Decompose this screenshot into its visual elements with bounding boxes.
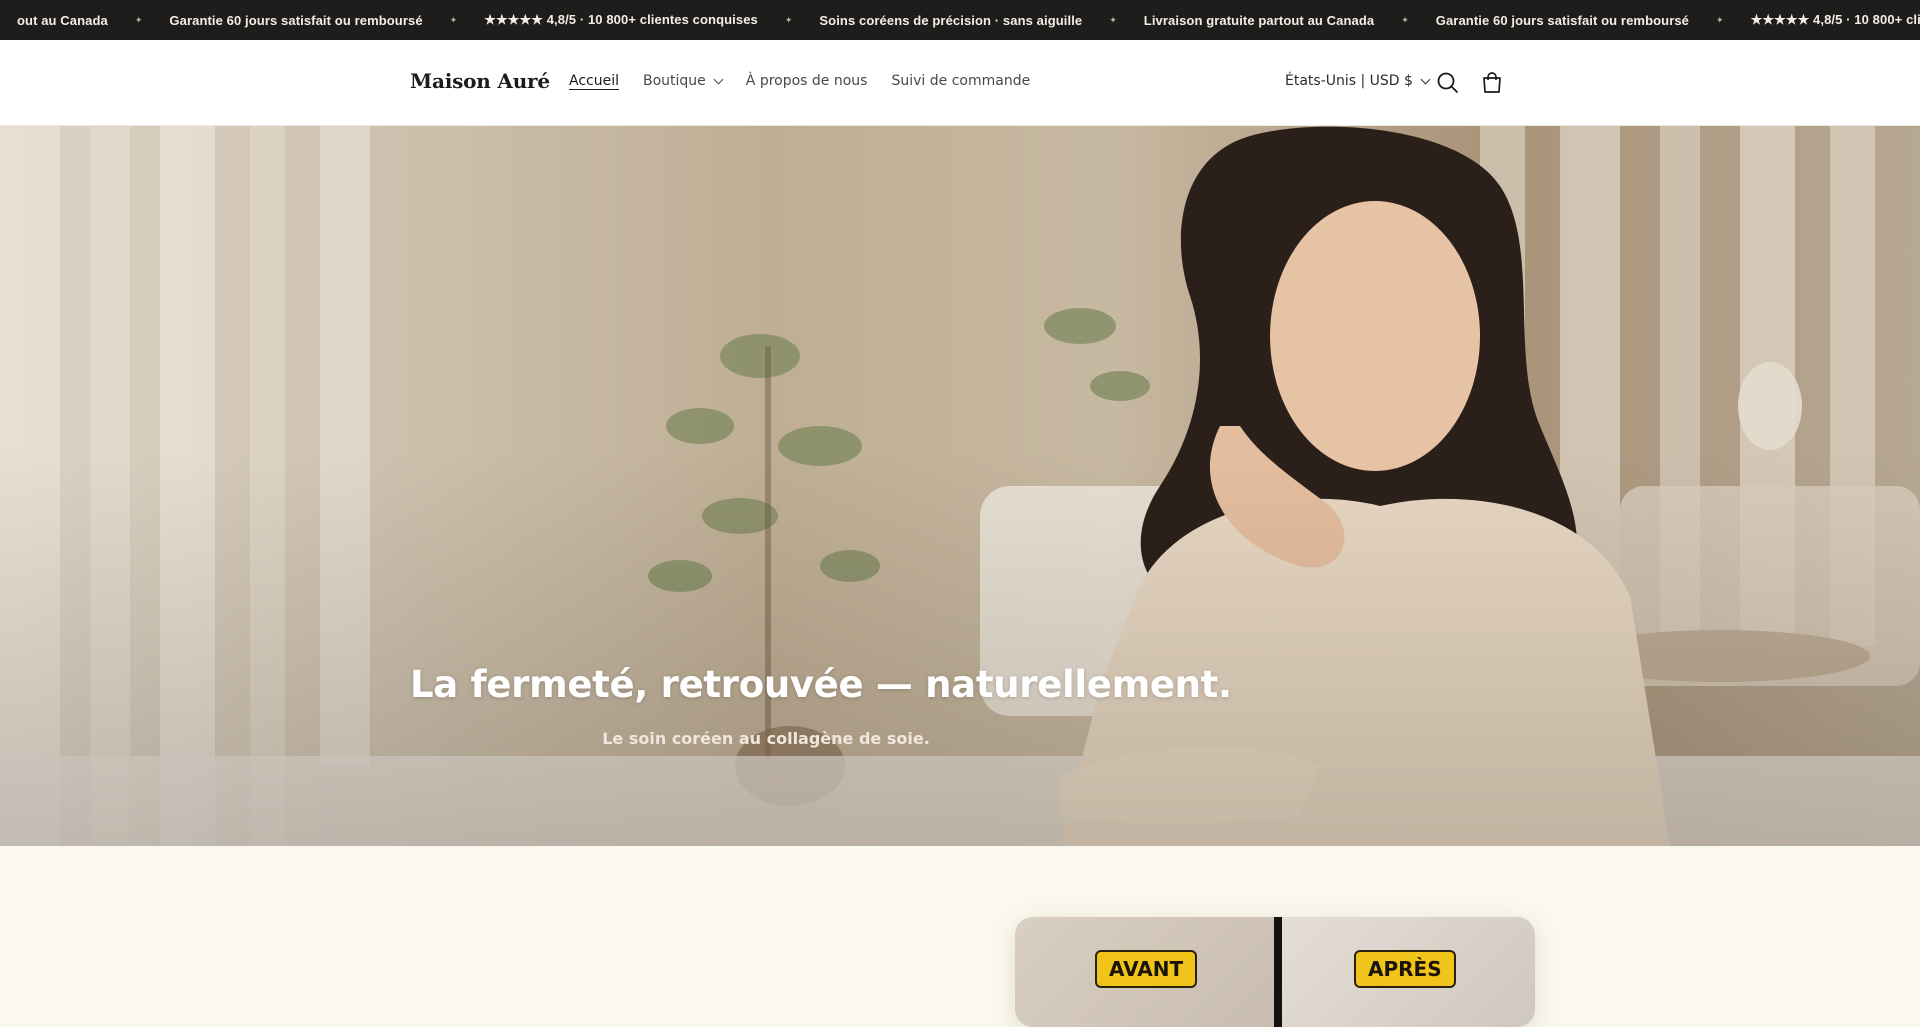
announcement-item: ★★★★★ 4,8/5 · 10 800+ clientes conquises [1750,12,1920,27]
announcement-item: Livraison gratuite partout au Canada [1143,12,1375,28]
nav-item-shop-label: Boutique [643,73,706,89]
nav-item-order-tracking[interactable]: Suivi de commande [891,73,1030,89]
hero-subtitle: Le soin coréen au collagène de soie. [602,729,930,748]
main-nav: Accueil Boutique À propos de nous Suivi … [569,73,1054,89]
nav-item-home[interactable]: Accueil [569,73,619,89]
nav-item-shop[interactable]: Boutique [643,73,724,89]
chevron-down-icon [1420,74,1431,84]
announcement-track: out au Canada ✦ Garantie 60 jours satisf… [0,0,1920,40]
nav-item-about[interactable]: À propos de nous [746,73,868,89]
announcement-item: Soins coréens de précision · sans aiguil… [819,12,1083,28]
site-logo[interactable]: Maison Auré [410,69,550,93]
before-after-image: AVANT APRÈS [1015,917,1535,1027]
before-after-divider [1274,917,1282,1027]
separator-star-icon: ✦ [784,14,793,25]
hero-banner: La fermeté, retrouvée — naturellement. L… [0,126,1920,846]
announcement-item: ★★★★★ 4,8/5 · 10 800+ clientes conquises [484,12,758,27]
before-badge: AVANT [1095,950,1198,988]
search-icon [1437,72,1458,93]
separator-star-icon: ✦ [1716,14,1724,25]
search-button[interactable] [1433,68,1463,98]
separator-star-icon: ✦ [134,14,143,25]
locale-label: États-Unis | USD $ [1285,73,1413,89]
cart-icon [1483,72,1501,93]
separator-star-icon: ✦ [1109,14,1117,25]
chevron-down-icon [713,74,724,84]
site-header: Maison Auré Accueil Boutique À propos de… [0,40,1920,126]
announcement-bar: out au Canada ✦ Garantie 60 jours satisf… [0,0,1920,40]
announcement-item: Garantie 60 jours satisfait ou remboursé [169,12,423,28]
locale-selector[interactable]: États-Unis | USD $ [1285,73,1431,89]
separator-star-icon: ✦ [449,14,458,25]
cart-button[interactable] [1477,68,1507,98]
separator-star-icon: ✦ [1401,14,1409,25]
announcement-item: Garantie 60 jours satisfait ou remboursé [1435,12,1690,28]
announcement-item: out au Canada [17,12,108,28]
after-badge: APRÈS [1354,950,1456,988]
hero-title: La fermeté, retrouvée — naturellement. [410,663,1232,706]
